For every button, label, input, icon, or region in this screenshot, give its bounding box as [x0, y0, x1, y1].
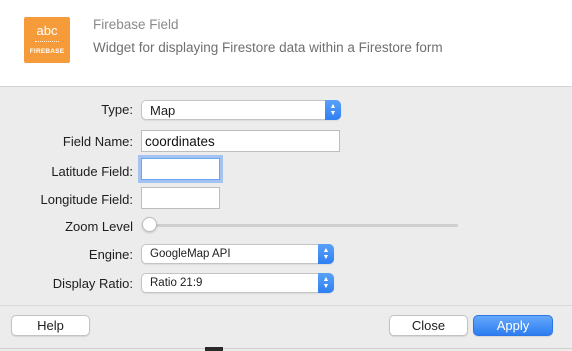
latitude-field-label: Latitude Field: — [51, 164, 133, 179]
field-name-label: Field Name: — [62, 134, 133, 149]
type-label: Type: — [101, 102, 133, 117]
widget-description: Widget for displaying Firestore data wit… — [93, 40, 443, 55]
engine-select-value: GoogleMap API — [150, 248, 231, 260]
display-ratio-select[interactable]: Ratio 21:9 ▲ ▼ — [141, 273, 334, 293]
latitude-field-input[interactable] — [141, 158, 220, 180]
type-select-value: Map — [150, 103, 176, 118]
field-name-input[interactable]: coordinates — [141, 130, 340, 152]
icon-divider — [35, 41, 59, 42]
firebase-widget-icon: abc FIREBASE — [24, 17, 70, 63]
zoom-level-label: Zoom Level — [65, 219, 133, 234]
zoom-level-slider-knob[interactable] — [142, 217, 157, 232]
type-select[interactable]: Map ▲ ▼ — [141, 100, 341, 120]
icon-text: abc — [36, 23, 58, 38]
widget-header: abc FIREBASE Firebase Field Widget for d… — [0, 0, 572, 86]
apply-button[interactable]: Apply — [473, 315, 553, 336]
engine-label: Engine: — [88, 247, 133, 262]
zoom-level-slider-track[interactable] — [148, 224, 458, 227]
icon-brand-text: FIREBASE — [29, 48, 65, 55]
widget-title: Firebase Field — [93, 17, 179, 32]
display-ratio-select-value: Ratio 21:9 — [150, 277, 203, 289]
chevron-up-down-icon: ▲ ▼ — [318, 244, 334, 264]
display-ratio-label: Display Ratio: — [52, 276, 133, 291]
close-button[interactable]: Close — [389, 315, 468, 336]
chevron-up-down-icon: ▲ ▼ — [318, 273, 334, 293]
chevron-up-down-icon: ▲ ▼ — [325, 100, 341, 120]
resize-handle[interactable] — [205, 347, 223, 351]
footer-divider — [0, 305, 572, 306]
longitude-field-label: Longitude Field: — [40, 192, 133, 207]
header-divider — [0, 86, 572, 87]
bottom-divider — [0, 348, 572, 349]
longitude-field-input[interactable] — [141, 187, 220, 209]
engine-select[interactable]: GoogleMap API ▲ ▼ — [141, 244, 334, 264]
help-button[interactable]: Help — [11, 315, 90, 336]
